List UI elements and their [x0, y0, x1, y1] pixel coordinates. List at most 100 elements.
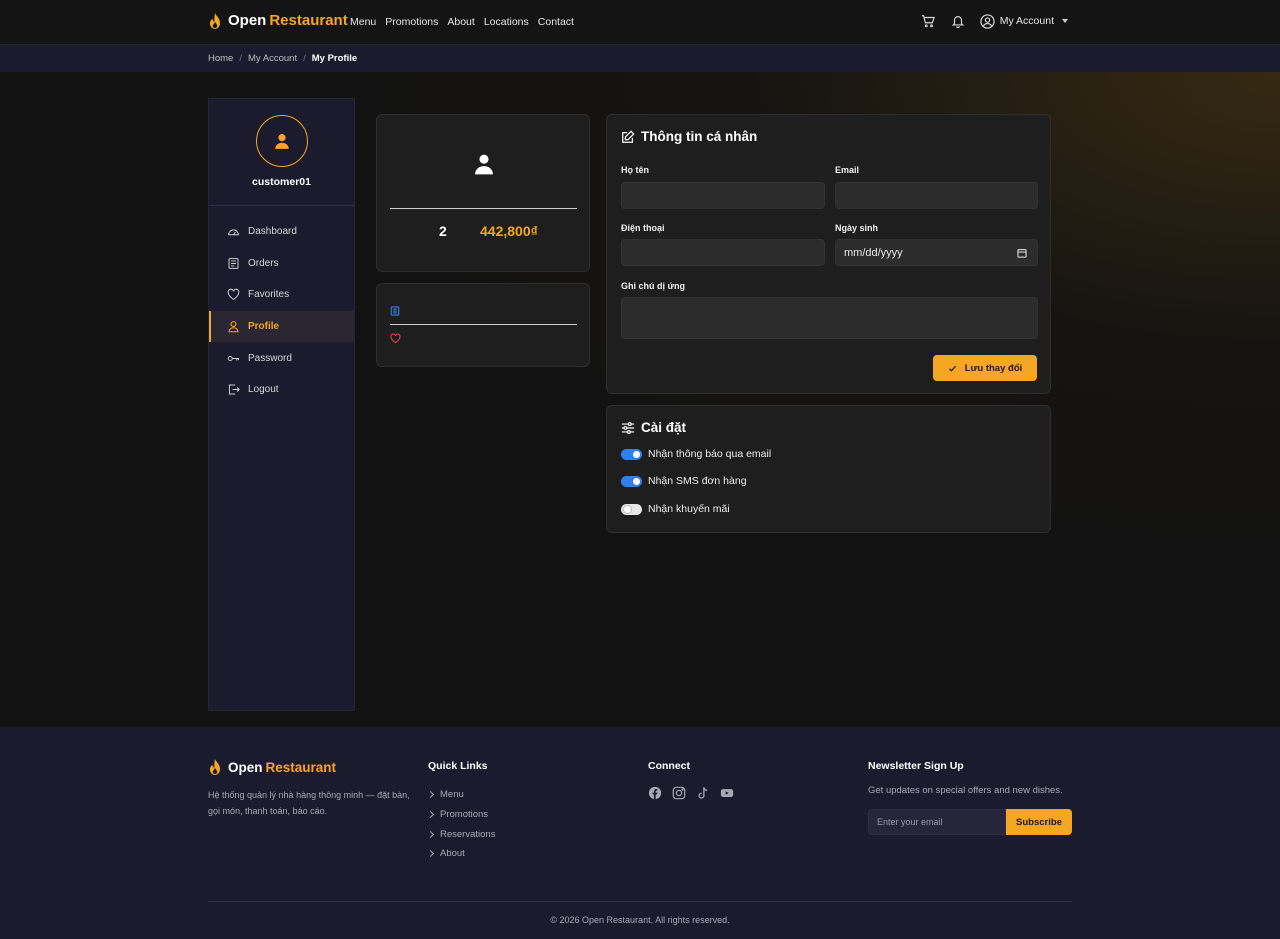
footer-link-about[interactable]: About: [426, 844, 495, 864]
newsletter-description: Get updates on special offers and new di…: [868, 785, 1063, 796]
breadcrumb-separator: /: [303, 53, 306, 64]
personal-info-title: Thông tin cá nhân: [641, 129, 758, 144]
phone-field[interactable]: [621, 239, 825, 266]
setting-label: Nhận khuyến mãi: [648, 503, 730, 515]
footer-link-reservations[interactable]: Reservations: [426, 824, 496, 844]
person-icon: [475, 154, 493, 175]
breadcrumb: Home / My Account / My Profile: [208, 53, 357, 64]
save-button-label: Lưu thay đổi: [964, 362, 1023, 374]
footer-divider: [208, 901, 1072, 902]
fullname-label: Họ tên: [621, 165, 649, 175]
setting-promotions: Nhận khuyến mãi: [621, 503, 730, 515]
sidebar-item-profile[interactable]: Profile: [209, 310, 354, 343]
username: customer01: [252, 176, 311, 188]
person-icon: [228, 321, 239, 333]
newsletter-email-input[interactable]: [868, 809, 1006, 835]
promotions-toggle[interactable]: [621, 503, 642, 515]
chevron-right-icon: [426, 810, 435, 819]
sidebar-item-password[interactable]: Password: [209, 342, 354, 374]
site-footer: Open Restaurant Hệ thống quản lý nhà hàng…: [0, 727, 1280, 939]
setting-label: Nhận SMS đơn hàng: [648, 475, 747, 487]
breadcrumb-bar: Home / My Account / My Profile: [0, 45, 1280, 72]
sidebar-item-orders[interactable]: Orders: [209, 248, 354, 280]
speedometer-icon: [228, 229, 239, 236]
breadcrumb-my-account[interactable]: My Account: [248, 53, 297, 64]
key-icon: [227, 355, 240, 361]
tiktok-icon[interactable]: [696, 786, 710, 800]
bell-icon[interactable]: [950, 13, 966, 29]
birthday-label: Ngày sinh: [835, 223, 879, 233]
heart-icon[interactable]: [390, 333, 401, 344]
footer-link-label: Reservations: [440, 828, 496, 840]
quick-links-list: Menu Promotions Reservations About: [426, 785, 496, 864]
footer-link-menu[interactable]: Menu: [426, 785, 495, 805]
youtube-icon[interactable]: [720, 786, 734, 800]
phone-label: Điện thoại: [621, 223, 665, 233]
social-links: [648, 786, 734, 800]
sms-orders-toggle[interactable]: [621, 475, 642, 487]
nav-link-locations[interactable]: Locations: [484, 16, 529, 28]
quick-actions-card: [376, 283, 590, 367]
chevron-down-icon: [1062, 19, 1068, 23]
setting-email-notifications: Nhận thông báo qua email: [621, 448, 771, 460]
sidebar-menu: Dashboard Orders Favorites Profile Passw…: [209, 216, 354, 406]
heart-icon: [227, 289, 240, 301]
calendar-icon[interactable]: [1017, 248, 1027, 258]
email-field[interactable]: [835, 182, 1038, 209]
footer-link-promotions[interactable]: Promotions: [426, 805, 495, 825]
profile-summary-card: 2 442,800₫: [376, 114, 590, 272]
email-label: Email: [835, 165, 860, 175]
setting-sms-orders: Nhận SMS đơn hàng: [621, 475, 747, 487]
email-notifications-toggle[interactable]: [621, 448, 642, 460]
account-menu[interactable]: My Account: [980, 13, 1068, 29]
settings-title: Cài đặt: [641, 420, 687, 435]
account-sidebar: customer01 Dashboard Orders Favorites Pr…: [208, 98, 355, 711]
copyright: © 2026 Open Restaurant. All rights reser…: [550, 915, 730, 925]
birthday-field[interactable]: mm/dd/yyyy: [835, 239, 1038, 266]
sidebar-item-favorites[interactable]: Favorites: [209, 279, 354, 311]
allergy-label: Ghi chú dị ứng: [621, 281, 686, 291]
cart-icon[interactable]: [920, 13, 936, 29]
instagram-icon[interactable]: [672, 786, 686, 800]
nav-link-contact[interactable]: Contact: [538, 16, 574, 28]
user-circle-icon: [980, 13, 995, 29]
quick-actions-divider: [390, 324, 577, 325]
total-spent: 442,800₫: [480, 223, 538, 239]
receipt-icon[interactable]: [390, 306, 400, 316]
footer-brand-part1: Open: [228, 759, 263, 775]
summary-divider: [390, 208, 577, 209]
nav-right: My Account: [920, 13, 1068, 29]
sidebar-item-label: Orders: [248, 257, 279, 269]
facebook-icon[interactable]: [648, 786, 662, 800]
account-label: My Account: [999, 15, 1054, 27]
flame-icon: [210, 12, 220, 29]
chevron-right-icon: [426, 830, 435, 838]
sidebar-item-logout[interactable]: Logout: [209, 374, 354, 406]
breadcrumb-home[interactable]: Home: [208, 53, 233, 64]
sidebar-item-dashboard[interactable]: Dashboard: [209, 216, 354, 248]
nav-link-menu[interactable]: Menu: [350, 16, 376, 28]
quick-links-title: Quick Links: [428, 760, 488, 772]
sliders-icon: [621, 421, 635, 434]
brand-logo[interactable]: Open Restaurant: [208, 12, 348, 29]
fullname-field[interactable]: [621, 182, 825, 209]
footer-description: Hệ thống quản lý nhà hàng thông minh — đ…: [208, 790, 410, 816]
nav-link-promotions[interactable]: Promotions: [385, 16, 438, 28]
subscribe-button[interactable]: Subscribe: [1006, 809, 1072, 835]
footer-link-label: Promotions: [440, 809, 489, 821]
chevron-right-icon: [426, 791, 435, 799]
settings-card: Cài đặt Nhận thông báo qua email Nhận SM…: [606, 405, 1051, 533]
birthday-placeholder: mm/dd/yyyy: [844, 246, 903, 259]
brand-name-part1: Open: [228, 12, 267, 29]
save-button[interactable]: Lưu thay đổi: [933, 355, 1037, 381]
chevron-right-icon: [426, 850, 435, 858]
flame-icon: [210, 759, 220, 775]
sidebar-divider: [209, 205, 354, 206]
card-title: Thông tin cá nhân: [621, 129, 757, 144]
nav-links: Menu Promotions About Locations Contact: [350, 16, 574, 28]
avatar: [256, 115, 308, 167]
allergy-notes-field[interactable]: [621, 297, 1038, 339]
footer-brand[interactable]: Open Restaurant: [208, 759, 336, 775]
newsletter-form: Subscribe: [868, 809, 1072, 835]
nav-link-about[interactable]: About: [447, 16, 474, 28]
